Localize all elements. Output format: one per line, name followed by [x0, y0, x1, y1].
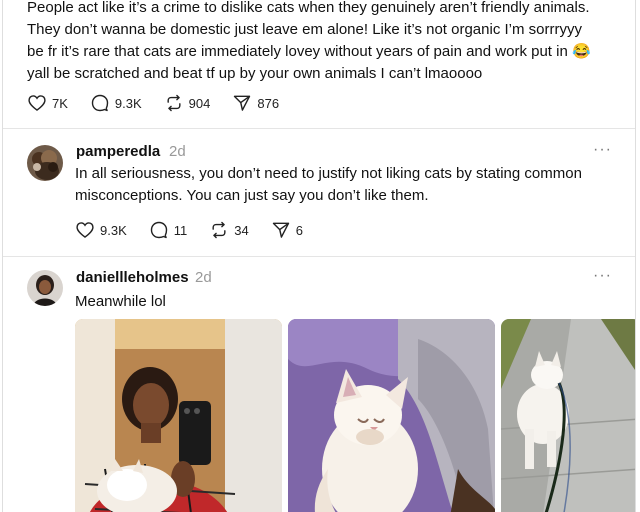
divider: [3, 256, 635, 257]
more-options-button[interactable]: ···: [593, 267, 612, 285]
share-button[interactable]: 876: [232, 93, 279, 113]
more-options-button[interactable]: ···: [593, 141, 612, 159]
avatar[interactable]: [27, 145, 63, 181]
thread-feed: People act like it’s a crime to dislike …: [2, 0, 636, 512]
repost-button[interactable]: 904: [164, 93, 211, 113]
timestamp: 2d: [195, 269, 212, 286]
reply-count: 9.3K: [114, 95, 142, 111]
comment-icon: [150, 221, 167, 239]
post-text: In all seriousness, you don’t need to ju…: [75, 165, 582, 204]
post-image-cat-blanket[interactable]: [288, 319, 495, 512]
post-actions: 9.3K 11 34 6: [75, 220, 325, 240]
repost-count: 34: [234, 222, 249, 238]
username[interactable]: pamperedla: [76, 143, 160, 160]
post-actions: 7K 9.3K 904 876: [27, 93, 301, 113]
post-text: Meanwhile lol: [75, 293, 166, 310]
reply-button[interactable]: 11: [149, 220, 188, 240]
like-count: 9.3K: [100, 222, 127, 238]
like-count: 7K: [52, 95, 68, 111]
like-button[interactable]: 7K: [27, 93, 68, 113]
reply-count: 11: [173, 222, 188, 238]
post-image-dog-sidewalk[interactable]: [501, 319, 635, 512]
like-button[interactable]: 9.3K: [75, 220, 127, 240]
heart-icon: [76, 222, 94, 238]
repost-button[interactable]: 34: [209, 220, 249, 240]
heart-icon: [28, 95, 46, 111]
divider: [3, 128, 635, 129]
avatar[interactable]: [27, 270, 63, 306]
timestamp: 2d: [169, 143, 186, 160]
repost-icon: [167, 94, 181, 112]
post-text: People act like it’s a crime to dislike …: [27, 0, 591, 82]
send-icon: [272, 222, 289, 238]
comment-icon: [91, 94, 109, 112]
repost-icon: [212, 221, 226, 239]
send-icon: [234, 95, 251, 111]
share-count: 6: [295, 222, 303, 238]
post-image-mirror-selfie[interactable]: [75, 319, 282, 512]
repost-count: 904: [188, 95, 211, 111]
username[interactable]: daniellleholmes: [76, 269, 189, 286]
reply-button[interactable]: 9.3K: [90, 93, 142, 113]
share-button[interactable]: 6: [271, 220, 303, 240]
share-count: 876: [257, 95, 280, 111]
